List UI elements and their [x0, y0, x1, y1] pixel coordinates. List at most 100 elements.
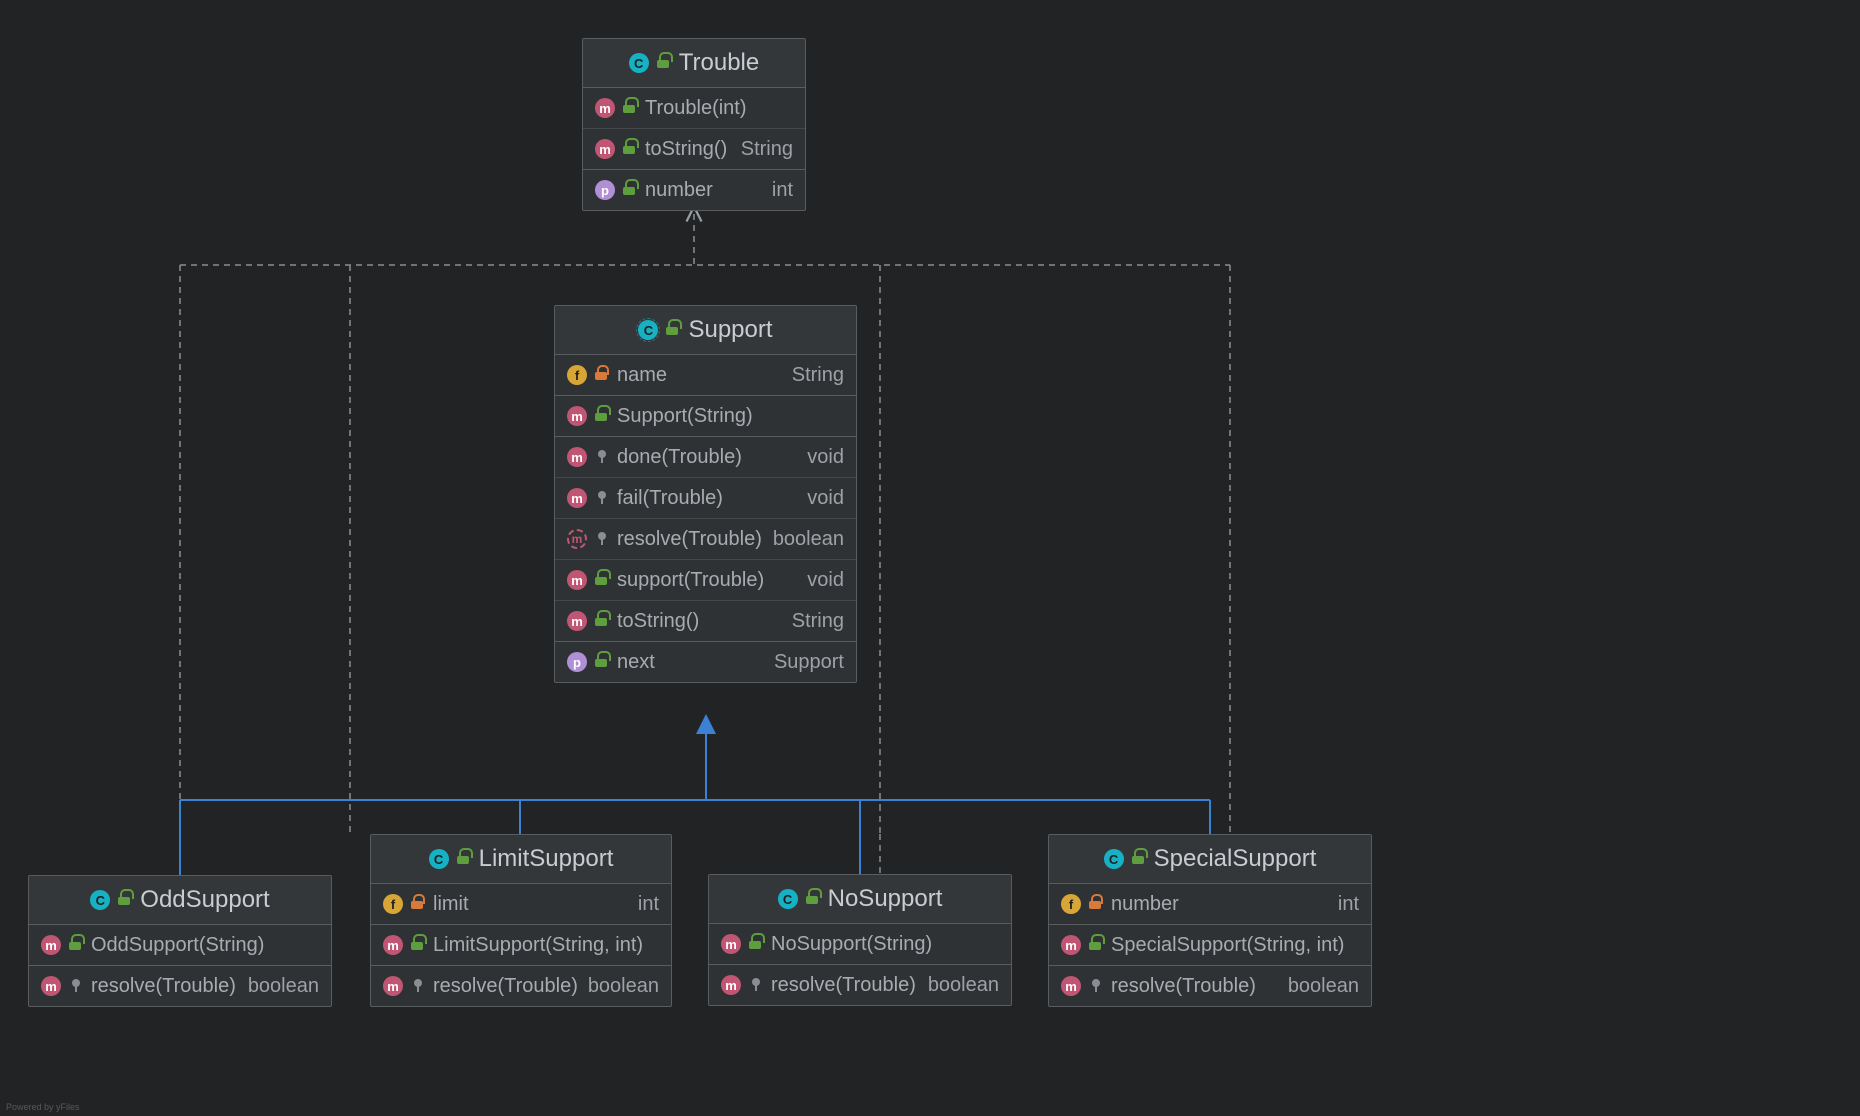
- visibility-private-icon: [595, 368, 609, 382]
- f-icon: f: [383, 894, 403, 914]
- class-section: m resolve(Trouble) boolean: [1049, 965, 1371, 1006]
- member-name: limit: [433, 893, 469, 916]
- class-section: m SpecialSupport(String, int): [1049, 924, 1371, 965]
- m-icon: m: [41, 976, 61, 996]
- class-header[interactable]: C LimitSupport: [371, 835, 671, 884]
- member-type: boolean: [773, 528, 844, 551]
- m-icon: m: [383, 976, 403, 996]
- class-icon: C: [90, 890, 110, 910]
- visibility-public-icon: [457, 852, 471, 866]
- class-box-support[interactable]: Support f name String m Support(String) …: [554, 305, 857, 683]
- class-section: p number int: [583, 169, 805, 210]
- class-abstract-icon: [638, 320, 658, 340]
- m-icon: m: [1061, 935, 1081, 955]
- member-type: void: [807, 569, 844, 592]
- class-box-trouble[interactable]: C Trouble m Trouble(int) m toString() St…: [582, 38, 806, 211]
- member-row[interactable]: m toString() String: [583, 128, 805, 169]
- m-icon: m: [41, 935, 61, 955]
- member-row[interactable]: m LimitSupport(String, int): [371, 925, 671, 965]
- class-section: m resolve(Trouble) boolean: [29, 965, 331, 1006]
- class-icon: C: [629, 53, 649, 73]
- class-box-odd[interactable]: C OddSupport m OddSupport(String) m reso…: [28, 875, 332, 1007]
- class-box-no[interactable]: C NoSupport m NoSupport(String) m resolv…: [708, 874, 1012, 1006]
- visibility-protected-icon: [411, 979, 425, 993]
- class-icon: C: [429, 849, 449, 869]
- member-row[interactable]: m SpecialSupport(String, int): [1049, 925, 1371, 965]
- p-icon: p: [595, 180, 615, 200]
- visibility-protected-icon: [595, 491, 609, 505]
- member-type: void: [807, 446, 844, 469]
- footer-attribution: Powered by yFiles: [6, 1102, 80, 1112]
- class-header[interactable]: C OddSupport: [29, 876, 331, 925]
- member-name: resolve(Trouble): [433, 975, 578, 998]
- visibility-public-icon: [1132, 852, 1146, 866]
- visibility-protected-icon: [1089, 979, 1103, 993]
- class-box-limit[interactable]: C LimitSupport f limit int m LimitSuppor…: [370, 834, 672, 1007]
- member-name: done(Trouble): [617, 446, 742, 469]
- member-name: NoSupport(String): [771, 933, 932, 956]
- class-section: p next Support: [555, 641, 856, 682]
- member-row[interactable]: m Trouble(int): [583, 88, 805, 128]
- m-icon: m: [1061, 976, 1081, 996]
- visibility-public-icon: [118, 893, 132, 907]
- member-name: number: [1111, 893, 1179, 916]
- member-name: resolve(Trouble): [1111, 975, 1256, 998]
- m-icon: m: [567, 570, 587, 590]
- member-name: resolve(Trouble): [617, 528, 762, 551]
- m-icon: m: [567, 447, 587, 467]
- member-type: Support: [774, 651, 844, 674]
- member-row[interactable]: m resolve(Trouble) boolean: [555, 518, 856, 559]
- member-row[interactable]: m support(Trouble) void: [555, 559, 856, 600]
- class-section: m Support(String): [555, 395, 856, 436]
- visibility-public-icon: [1089, 938, 1103, 952]
- class-name: LimitSupport: [479, 845, 614, 873]
- class-header[interactable]: C NoSupport: [709, 875, 1011, 924]
- member-type: int: [772, 179, 793, 202]
- class-header[interactable]: C Trouble: [583, 39, 805, 88]
- member-row[interactable]: f name String: [555, 355, 856, 395]
- member-row[interactable]: m resolve(Trouble) boolean: [29, 966, 331, 1006]
- member-row[interactable]: m toString() String: [555, 600, 856, 641]
- visibility-protected-icon: [69, 979, 83, 993]
- member-row[interactable]: m done(Trouble) void: [555, 437, 856, 477]
- member-name: Support(String): [617, 405, 753, 428]
- visibility-public-icon: [657, 56, 671, 70]
- member-name: Trouble(int): [645, 97, 747, 120]
- m-icon: m: [567, 406, 587, 426]
- member-row[interactable]: m resolve(Trouble) boolean: [709, 965, 1011, 1005]
- member-name: number: [645, 179, 713, 202]
- member-row[interactable]: m OddSupport(String): [29, 925, 331, 965]
- member-row[interactable]: f limit int: [371, 884, 671, 924]
- p-icon: p: [567, 652, 587, 672]
- visibility-public-icon: [595, 614, 609, 628]
- visibility-public-icon: [595, 409, 609, 423]
- class-box-special[interactable]: C SpecialSupport f number int m SpecialS…: [1048, 834, 1372, 1007]
- member-row[interactable]: m Support(String): [555, 396, 856, 436]
- class-section: f limit int: [371, 884, 671, 924]
- member-row[interactable]: p next Support: [555, 642, 856, 682]
- class-name: OddSupport: [140, 886, 269, 914]
- member-name: support(Trouble): [617, 569, 764, 592]
- member-row[interactable]: m resolve(Trouble) boolean: [1049, 966, 1371, 1006]
- member-row[interactable]: m resolve(Trouble) boolean: [371, 966, 671, 1006]
- member-name: toString(): [645, 138, 727, 161]
- class-section: f number int: [1049, 884, 1371, 924]
- class-section: m OddSupport(String): [29, 925, 331, 965]
- class-section: m done(Trouble) void m fail(Trouble) voi…: [555, 436, 856, 641]
- class-name: Trouble: [679, 49, 759, 77]
- member-row[interactable]: f number int: [1049, 884, 1371, 924]
- member-type: void: [807, 487, 844, 510]
- member-name: SpecialSupport(String, int): [1111, 934, 1344, 957]
- member-row[interactable]: m fail(Trouble) void: [555, 477, 856, 518]
- class-section: m LimitSupport(String, int): [371, 924, 671, 965]
- member-row[interactable]: m NoSupport(String): [709, 924, 1011, 964]
- class-header[interactable]: C SpecialSupport: [1049, 835, 1371, 884]
- visibility-public-icon: [69, 938, 83, 952]
- member-row[interactable]: p number int: [583, 170, 805, 210]
- member-type: String: [792, 610, 844, 633]
- class-name: Support: [688, 316, 772, 344]
- visibility-protected-icon: [749, 978, 763, 992]
- class-header[interactable]: Support: [555, 306, 856, 355]
- class-name: SpecialSupport: [1154, 845, 1317, 873]
- class-section: m resolve(Trouble) boolean: [709, 964, 1011, 1005]
